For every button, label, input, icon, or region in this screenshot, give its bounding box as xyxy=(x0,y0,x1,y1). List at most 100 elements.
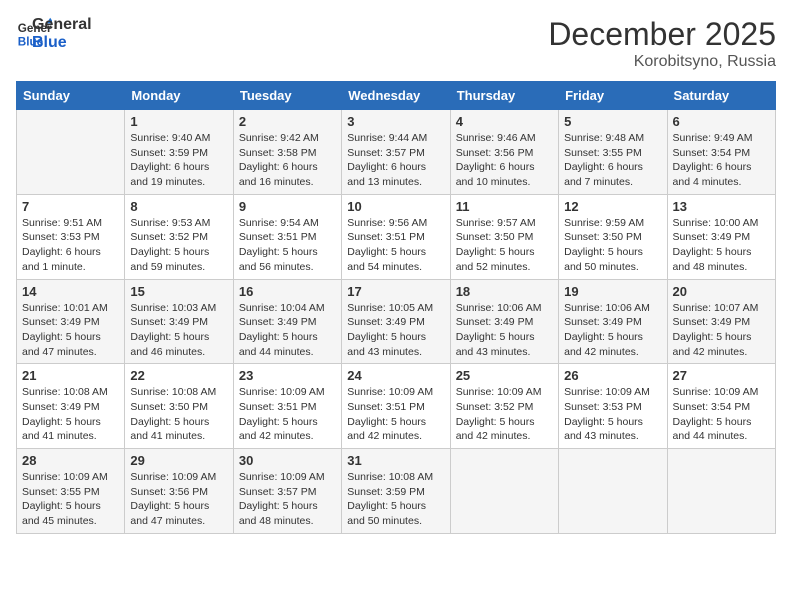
day-number: 1 xyxy=(130,114,227,129)
day-info: Sunrise: 9:42 AM Sunset: 3:58 PM Dayligh… xyxy=(239,131,336,190)
calendar-cell: 13 Sunrise: 10:00 AM Sunset: 3:49 PM Dayl… xyxy=(667,194,775,279)
col-sunday: Sunday xyxy=(17,82,125,110)
day-info: Sunrise: 10:00 AM Sunset: 3:49 PM Daylig… xyxy=(673,216,770,275)
day-info: Sunrise: 9:53 AM Sunset: 3:52 PM Dayligh… xyxy=(130,216,227,275)
day-number: 24 xyxy=(347,368,444,383)
day-info: Sunrise: 9:46 AM Sunset: 3:56 PM Dayligh… xyxy=(456,131,553,190)
calendar-cell xyxy=(450,449,558,534)
calendar-cell: 25Sunrise: 10:09 AM Sunset: 3:52 PM Dayl… xyxy=(450,364,558,449)
day-number: 11 xyxy=(456,199,553,214)
day-info: Sunrise: 10:08 AM Sunset: 3:50 PM Daylig… xyxy=(130,385,227,444)
calendar-cell: 21 Sunrise: 10:08 AM Sunset: 3:49 PM Dayl… xyxy=(17,364,125,449)
calendar-cell: 27 Sunrise: 10:09 AM Sunset: 3:54 PM Dayl… xyxy=(667,364,775,449)
day-number: 15 xyxy=(130,284,227,299)
day-number: 21 xyxy=(22,368,119,383)
calendar-cell: 1 Sunrise: 9:40 AM Sunset: 3:59 PM Daylig… xyxy=(125,110,233,195)
calendar-cell: 30 Sunrise: 10:09 AM Sunset: 3:57 PM Dayl… xyxy=(233,449,341,534)
logo-blue: Blue xyxy=(32,34,92,52)
day-info: Sunrise: 9:54 AM Sunset: 3:51 PM Dayligh… xyxy=(239,216,336,275)
calendar-cell: 19Sunrise: 10:06 AM Sunset: 3:49 PM Dayl… xyxy=(559,279,667,364)
day-number: 6 xyxy=(673,114,770,129)
calendar-week-3: 14Sunrise: 10:01 AM Sunset: 3:49 PM Dayl… xyxy=(17,279,776,364)
day-number: 22 xyxy=(130,368,227,383)
calendar-cell: 31 Sunrise: 10:08 AM Sunset: 3:59 PM Dayl… xyxy=(342,449,450,534)
col-saturday: Saturday xyxy=(667,82,775,110)
day-number: 23 xyxy=(239,368,336,383)
page-header: General Blue General Blue December 2025 … xyxy=(16,16,776,71)
month-title: December 2025 xyxy=(548,16,776,53)
day-number: 25 xyxy=(456,368,553,383)
day-info: Sunrise: 9:49 AM Sunset: 3:54 PM Dayligh… xyxy=(673,131,770,190)
day-info: Sunrise: 9:40 AM Sunset: 3:59 PM Dayligh… xyxy=(130,131,227,190)
day-info: Sunrise: 9:51 AM Sunset: 3:53 PM Dayligh… xyxy=(22,216,119,275)
calendar-cell: 16Sunrise: 10:04 AM Sunset: 3:49 PM Dayl… xyxy=(233,279,341,364)
day-number: 20 xyxy=(673,284,770,299)
calendar-cell: 3 Sunrise: 9:44 AM Sunset: 3:57 PM Daylig… xyxy=(342,110,450,195)
calendar-cell: 11 Sunrise: 9:57 AM Sunset: 3:50 PM Dayli… xyxy=(450,194,558,279)
day-info: Sunrise: 10:09 AM Sunset: 3:51 PM Daylig… xyxy=(347,385,444,444)
day-number: 5 xyxy=(564,114,661,129)
calendar-cell: 29 Sunrise: 10:09 AM Sunset: 3:56 PM Dayl… xyxy=(125,449,233,534)
day-info: Sunrise: 10:09 AM Sunset: 3:53 PM Daylig… xyxy=(564,385,661,444)
day-number: 29 xyxy=(130,453,227,468)
day-info: Sunrise: 9:57 AM Sunset: 3:50 PM Dayligh… xyxy=(456,216,553,275)
calendar-cell: 10 Sunrise: 9:56 AM Sunset: 3:51 PM Dayli… xyxy=(342,194,450,279)
col-wednesday: Wednesday xyxy=(342,82,450,110)
location-title: Korobitsyno, Russia xyxy=(548,53,776,71)
logo: General Blue General Blue xyxy=(16,16,92,53)
calendar-cell: 18 Sunrise: 10:06 AM Sunset: 3:49 PM Dayl… xyxy=(450,279,558,364)
day-info: Sunrise: 10:05 AM Sunset: 3:49 PM Daylig… xyxy=(347,301,444,360)
col-thursday: Thursday xyxy=(450,82,558,110)
calendar-cell: 2 Sunrise: 9:42 AM Sunset: 3:58 PM Daylig… xyxy=(233,110,341,195)
calendar-week-1: 1 Sunrise: 9:40 AM Sunset: 3:59 PM Daylig… xyxy=(17,110,776,195)
calendar-cell xyxy=(667,449,775,534)
day-info: Sunrise: 10:09 AM Sunset: 3:51 PM Daylig… xyxy=(239,385,336,444)
day-info: Sunrise: 9:44 AM Sunset: 3:57 PM Dayligh… xyxy=(347,131,444,190)
day-info: Sunrise: 10:09 AM Sunset: 3:55 PM Daylig… xyxy=(22,470,119,529)
day-info: Sunrise: 10:08 AM Sunset: 3:49 PM Daylig… xyxy=(22,385,119,444)
calendar-cell: 4 Sunrise: 9:46 AM Sunset: 3:56 PM Daylig… xyxy=(450,110,558,195)
day-info: Sunrise: 10:04 AM Sunset: 3:49 PM Daylig… xyxy=(239,301,336,360)
day-number: 10 xyxy=(347,199,444,214)
day-info: Sunrise: 9:59 AM Sunset: 3:50 PM Dayligh… xyxy=(564,216,661,275)
day-info: Sunrise: 10:09 AM Sunset: 3:56 PM Daylig… xyxy=(130,470,227,529)
day-number: 8 xyxy=(130,199,227,214)
calendar-cell: 20 Sunrise: 10:07 AM Sunset: 3:49 PM Dayl… xyxy=(667,279,775,364)
day-number: 4 xyxy=(456,114,553,129)
day-info: Sunrise: 9:56 AM Sunset: 3:51 PM Dayligh… xyxy=(347,216,444,275)
day-info: Sunrise: 10:09 AM Sunset: 3:54 PM Daylig… xyxy=(673,385,770,444)
calendar-cell: 15Sunrise: 10:03 AM Sunset: 3:49 PM Dayl… xyxy=(125,279,233,364)
day-number: 30 xyxy=(239,453,336,468)
day-number: 3 xyxy=(347,114,444,129)
day-number: 18 xyxy=(456,284,553,299)
calendar-cell: 17Sunrise: 10:05 AM Sunset: 3:49 PM Dayl… xyxy=(342,279,450,364)
logo-general: General xyxy=(32,16,92,34)
col-monday: Monday xyxy=(125,82,233,110)
col-tuesday: Tuesday xyxy=(233,82,341,110)
day-info: Sunrise: 10:09 AM Sunset: 3:57 PM Daylig… xyxy=(239,470,336,529)
day-number: 12 xyxy=(564,199,661,214)
calendar-cell: 12 Sunrise: 9:59 AM Sunset: 3:50 PM Dayli… xyxy=(559,194,667,279)
day-number: 31 xyxy=(347,453,444,468)
calendar-cell: 6 Sunrise: 9:49 AM Sunset: 3:54 PM Daylig… xyxy=(667,110,775,195)
day-info: Sunrise: 10:06 AM Sunset: 3:49 PM Daylig… xyxy=(456,301,553,360)
day-number: 7 xyxy=(22,199,119,214)
header-row: Sunday Monday Tuesday Wednesday Thursday… xyxy=(17,82,776,110)
calendar-cell: 24 Sunrise: 10:09 AM Sunset: 3:51 PM Dayl… xyxy=(342,364,450,449)
day-number: 13 xyxy=(673,199,770,214)
col-friday: Friday xyxy=(559,82,667,110)
calendar-cell xyxy=(559,449,667,534)
day-info: Sunrise: 10:07 AM Sunset: 3:49 PM Daylig… xyxy=(673,301,770,360)
calendar-cell: 23 Sunrise: 10:09 AM Sunset: 3:51 PM Dayl… xyxy=(233,364,341,449)
day-number: 2 xyxy=(239,114,336,129)
day-info: Sunrise: 9:48 AM Sunset: 3:55 PM Dayligh… xyxy=(564,131,661,190)
calendar-cell: 8 Sunrise: 9:53 AM Sunset: 3:52 PM Daylig… xyxy=(125,194,233,279)
day-number: 27 xyxy=(673,368,770,383)
calendar-cell: 9 Sunrise: 9:54 AM Sunset: 3:51 PM Daylig… xyxy=(233,194,341,279)
day-info: Sunrise: 10:06 AM Sunset: 3:49 PM Daylig… xyxy=(564,301,661,360)
day-number: 9 xyxy=(239,199,336,214)
calendar-cell: 22 Sunrise: 10:08 AM Sunset: 3:50 PM Dayl… xyxy=(125,364,233,449)
day-info: Sunrise: 10:08 AM Sunset: 3:59 PM Daylig… xyxy=(347,470,444,529)
day-number: 28 xyxy=(22,453,119,468)
day-number: 26 xyxy=(564,368,661,383)
